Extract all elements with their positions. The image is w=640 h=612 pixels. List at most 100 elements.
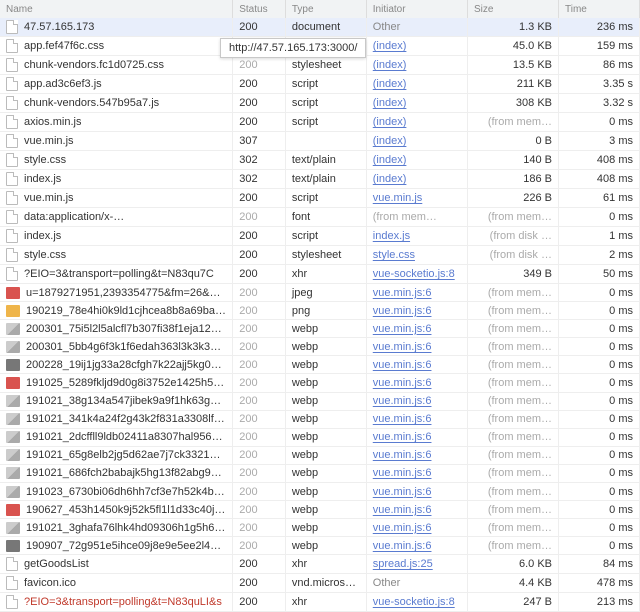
- cell-name[interactable]: favicon.ico: [0, 574, 233, 593]
- cell-name[interactable]: 200301_75i5l2l5alcfl7b307fi38f1eja12_112…: [0, 320, 233, 338]
- table-row[interactable]: 190219_78e4hi0k9ld1cjhcea8b8a69bajjl_18……: [0, 302, 640, 320]
- initiator-text[interactable]: spread.js:25: [373, 558, 433, 570]
- table-row[interactable]: 190907_72g951e5ihce09j8e9e5ee2l4ce3k5_…2…: [0, 537, 640, 555]
- table-row[interactable]: favicon.ico200vnd.micros…Other4.4 KB478 …: [0, 574, 640, 593]
- table-row[interactable]: chunk-vendors.fc1d0725.css200stylesheet(…: [0, 56, 640, 75]
- table-row[interactable]: vue.min.js307(index)0 B3 ms: [0, 132, 640, 151]
- cell-initiator[interactable]: (index): [366, 94, 467, 113]
- cell-name[interactable]: ?EIO=3&transport=polling&t=N83quLI&s: [0, 593, 233, 612]
- cell-initiator[interactable]: Other: [366, 574, 467, 593]
- cell-initiator[interactable]: vue.min.js:6: [366, 428, 467, 446]
- cell-name[interactable]: index.js: [0, 170, 233, 189]
- cell-name[interactable]: chunk-vendors.547b95a7.js: [0, 94, 233, 113]
- cell-initiator[interactable]: vue.min.js:6: [366, 302, 467, 320]
- cell-name[interactable]: chunk-vendors.fc1d0725.css: [0, 56, 233, 75]
- cell-initiator[interactable]: (index): [366, 132, 467, 151]
- table-row[interactable]: index.js302text/plain(index)186 B408 ms: [0, 170, 640, 189]
- table-row[interactable]: app.ad3c6ef3.js200script(index)211 KB3.3…: [0, 75, 640, 94]
- initiator-text[interactable]: vue.min.js:6: [373, 377, 432, 389]
- table-row[interactable]: index.js200scriptindex.js(from disk …1 m…: [0, 227, 640, 246]
- table-row[interactable]: vue.min.js200scriptvue.min.js226 B61 ms: [0, 189, 640, 208]
- cell-name[interactable]: app.ad3c6ef3.js: [0, 75, 233, 94]
- header-size[interactable]: Size: [467, 0, 558, 18]
- initiator-text[interactable]: (index): [373, 135, 407, 147]
- table-row[interactable]: 191021_38g134a547jibek9a9f1hk63gedea_…20…: [0, 392, 640, 410]
- table-row[interactable]: 47.57.165.173200documentOther1.3 KB236 m…: [0, 18, 640, 37]
- initiator-text[interactable]: vue.min.js:6: [373, 522, 432, 534]
- header-status[interactable]: Status: [233, 0, 286, 18]
- table-row[interactable]: 191023_6730bi06dh6hh7cf3e7h52k4b8gc5…200…: [0, 483, 640, 501]
- header-time[interactable]: Time: [559, 0, 640, 18]
- cell-name[interactable]: 191021_341k4a24f2g43k2f831a3308lfb3e_…: [0, 410, 233, 428]
- cell-initiator[interactable]: (from mem…: [366, 208, 467, 227]
- cell-name[interactable]: style.css: [0, 151, 233, 170]
- cell-initiator[interactable]: (index): [366, 37, 467, 56]
- cell-name[interactable]: 191021_38g134a547jibek9a9f1hk63gedea_…: [0, 392, 233, 410]
- cell-name[interactable]: 200228_19ij1jg33a28cfgh7k22ajj5kg0b3_1…: [0, 356, 233, 374]
- table-row[interactable]: 191021_2dcffll9ldb02411a8307hal95676_1…2…: [0, 428, 640, 446]
- cell-initiator[interactable]: vue.min.js:6: [366, 374, 467, 392]
- table-row[interactable]: 200301_75i5l2l5alcfl7b307fi38f1eja12_112…: [0, 320, 640, 338]
- cell-initiator[interactable]: (index): [366, 151, 467, 170]
- initiator-text[interactable]: vue.min.js:6: [373, 287, 432, 299]
- cell-name[interactable]: axios.min.js: [0, 113, 233, 132]
- cell-initiator[interactable]: vue.min.js:6: [366, 446, 467, 464]
- table-row[interactable]: 190627_453h1450k9j52k5fl1l1d33c40j5a_1…2…: [0, 501, 640, 519]
- table-row[interactable]: 191021_341k4a24f2g43k2f831a3308lfb3e_…20…: [0, 410, 640, 428]
- initiator-text[interactable]: vue-socketio.js:8: [373, 596, 455, 608]
- initiator-text[interactable]: vue.min.js:6: [373, 504, 432, 516]
- initiator-text[interactable]: (index): [373, 116, 407, 128]
- initiator-text[interactable]: (index): [373, 59, 407, 71]
- cell-initiator[interactable]: vue.min.js:6: [366, 501, 467, 519]
- initiator-text[interactable]: vue.min.js:6: [373, 486, 432, 498]
- initiator-text[interactable]: vue.min.js:6: [373, 323, 432, 335]
- cell-initiator[interactable]: vue.min.js: [366, 189, 467, 208]
- cell-name[interactable]: 191021_2dcffll9ldb02411a8307hal95676_1…: [0, 428, 233, 446]
- table-row[interactable]: ?EIO=3&transport=polling&t=N83quLI&s200x…: [0, 593, 640, 612]
- table-row[interactable]: 191025_5289fkljd9d0g8i3752e1425h5k5j_1…2…: [0, 374, 640, 392]
- initiator-text[interactable]: vue.min.js:6: [373, 359, 432, 371]
- initiator-text[interactable]: vue.min.js:6: [373, 395, 432, 407]
- cell-name[interactable]: 190907_72g951e5ihce09j8e9e5ee2l4ce3k5_…: [0, 537, 233, 555]
- table-row[interactable]: 191021_686fch2babajk5hg13f82abg9974b…200…: [0, 464, 640, 482]
- cell-initiator[interactable]: (index): [366, 56, 467, 75]
- cell-initiator[interactable]: vue-socketio.js:8: [366, 265, 467, 284]
- cell-name[interactable]: 190219_78e4hi0k9ld1cjhcea8b8a69bajjl_18…: [0, 302, 233, 320]
- cell-initiator[interactable]: vue.min.js:6: [366, 410, 467, 428]
- cell-initiator[interactable]: vue.min.js:6: [366, 483, 467, 501]
- cell-name[interactable]: 190627_453h1450k9j52k5fl1l1d33c40j5a_1…: [0, 501, 233, 519]
- table-row[interactable]: axios.min.js200script(index)(from mem…0 …: [0, 113, 640, 132]
- initiator-text[interactable]: vue.min.js:6: [373, 431, 432, 443]
- initiator-text[interactable]: (index): [373, 40, 407, 52]
- cell-name[interactable]: 47.57.165.173: [0, 18, 233, 37]
- cell-name[interactable]: 191021_686fch2babajk5hg13f82abg9974b…: [0, 464, 233, 482]
- cell-initiator[interactable]: vue.min.js:6: [366, 338, 467, 356]
- cell-initiator[interactable]: vue.min.js:6: [366, 537, 467, 555]
- table-row[interactable]: 200301_5bb4g6f3k1f6edah363l3k3k3216a_…20…: [0, 338, 640, 356]
- initiator-text[interactable]: vue.min.js:6: [373, 305, 432, 317]
- initiator-text[interactable]: (index): [373, 173, 407, 185]
- initiator-text[interactable]: vue.min.js:6: [373, 467, 432, 479]
- initiator-text[interactable]: vue.min.js:6: [373, 449, 432, 461]
- initiator-text[interactable]: vue.min.js:6: [373, 341, 432, 353]
- initiator-text[interactable]: (index): [373, 97, 407, 109]
- table-row[interactable]: u=1879271951,2393354775&fm=26&gp=…200jpe…: [0, 284, 640, 302]
- cell-name[interactable]: style.css: [0, 246, 233, 265]
- cell-initiator[interactable]: (index): [366, 170, 467, 189]
- cell-initiator[interactable]: vue.min.js:6: [366, 519, 467, 537]
- header-name[interactable]: Name: [0, 0, 233, 18]
- table-row[interactable]: 200228_19ij1jg33a28cfgh7k22ajj5kg0b3_1…2…: [0, 356, 640, 374]
- cell-name[interactable]: 191025_5289fkljd9d0g8i3752e1425h5k5j_1…: [0, 374, 233, 392]
- cell-initiator[interactable]: style.css: [366, 246, 467, 265]
- initiator-text[interactable]: (index): [373, 78, 407, 90]
- cell-initiator[interactable]: vue-socketio.js:8: [366, 593, 467, 612]
- table-row[interactable]: 191021_3ghafa76lhk4hd09306h1g5h6li22_…20…: [0, 519, 640, 537]
- cell-name[interactable]: vue.min.js: [0, 189, 233, 208]
- cell-initiator[interactable]: (index): [366, 113, 467, 132]
- cell-initiator[interactable]: vue.min.js:6: [366, 284, 467, 302]
- cell-initiator[interactable]: index.js: [366, 227, 467, 246]
- initiator-text[interactable]: vue.min.js:6: [373, 540, 432, 552]
- cell-initiator[interactable]: vue.min.js:6: [366, 464, 467, 482]
- table-header[interactable]: Name Status Type Initiator Size Time: [0, 0, 640, 18]
- table-row[interactable]: 191021_65g8elb2jg5d62ae7j7ck332123b97…20…: [0, 446, 640, 464]
